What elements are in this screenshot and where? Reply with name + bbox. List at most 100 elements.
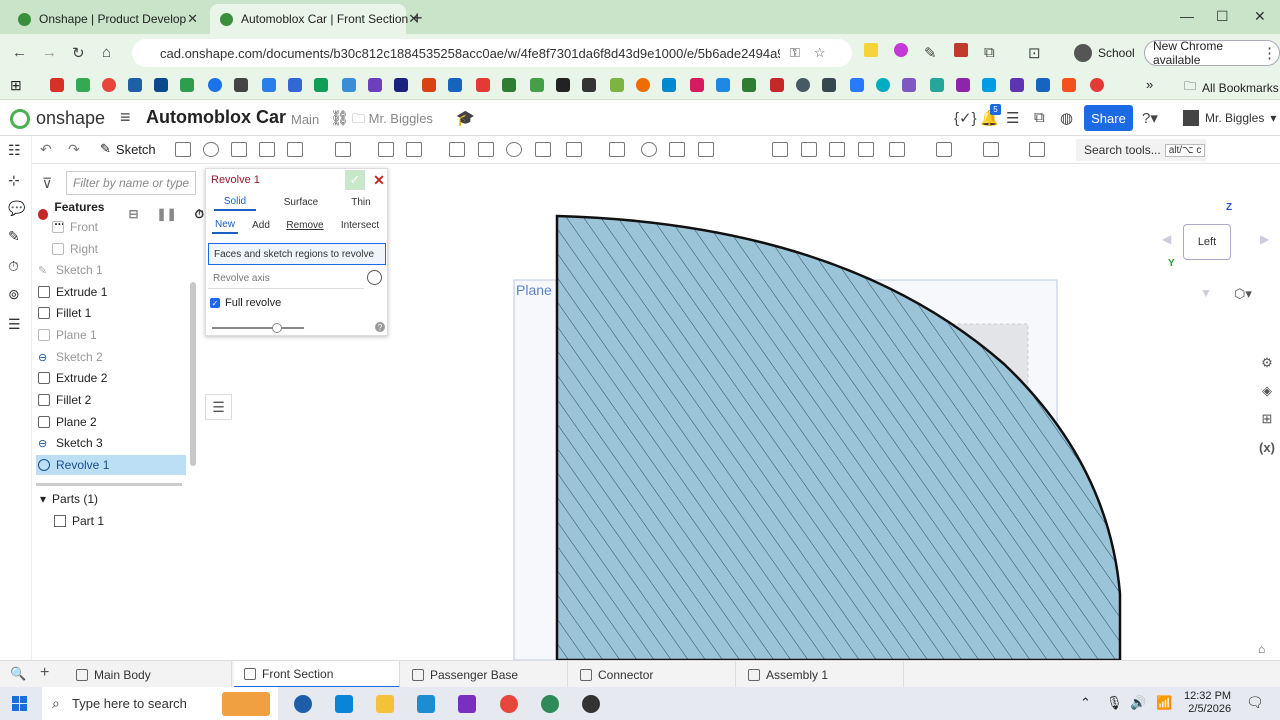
chrome-icon[interactable] [500, 695, 518, 713]
modify-fillet-icon[interactable] [801, 142, 817, 157]
bookmark-icon[interactable] [716, 78, 730, 92]
volume-icon[interactable]: 🔊 [1130, 695, 1146, 711]
new-tab-icon[interactable]: + [412, 8, 423, 29]
bookmark-icon[interactable] [636, 78, 650, 92]
tool-icon[interactable]: ⚙ [1256, 352, 1278, 374]
slider-knob[interactable] [272, 323, 282, 333]
loft-icon[interactable] [259, 142, 275, 157]
revolve-icon[interactable] [203, 142, 219, 157]
reload-icon[interactable]: ↻ [72, 44, 85, 62]
bookmark-icon[interactable] [662, 78, 676, 92]
bookmark-icon[interactable] [770, 78, 784, 92]
thread-icon[interactable] [535, 142, 551, 157]
tree-item-extrude-2[interactable]: Extrude 2 [36, 368, 186, 388]
boolean-icon[interactable] [641, 142, 657, 157]
filter-icon[interactable]: ⊽ [42, 175, 52, 192]
document-tasks-icon[interactable]: ☰ [1006, 109, 1019, 127]
chrome-update-button[interactable]: New Chrome available [1144, 39, 1280, 67]
bookmark-icon[interactable] [502, 78, 516, 92]
bookmark-icon[interactable] [102, 78, 116, 92]
tab-connector[interactable]: Connector [570, 661, 736, 688]
chrome-profile-icon[interactable] [541, 695, 559, 713]
filter-input[interactable]: Filter by name or type [66, 171, 196, 195]
help-icon[interactable]: ? [375, 322, 385, 332]
bookmark-icon[interactable] [982, 78, 996, 92]
url-field[interactable]: cad.onshape.com/documents/b30c812c188453… [132, 39, 852, 67]
bookmark-icon[interactable] [822, 78, 836, 92]
add-icon[interactable]: ⊹ [8, 172, 24, 188]
chamfer-icon[interactable] [378, 142, 394, 157]
file-explorer-icon[interactable] [376, 695, 394, 713]
tab-main-body[interactable]: Main Body [66, 661, 232, 688]
horizontal-scrollbar[interactable] [36, 483, 182, 486]
replace-face-icon[interactable] [858, 142, 874, 157]
show-hidden-icons-icon[interactable]: ⌃ [1080, 695, 1091, 711]
browser-tab-front-section[interactable]: Automoblox Car | Front Section ✕ [210, 4, 419, 34]
bookmark-icon[interactable] [368, 78, 382, 92]
bookmark-icon[interactable] [610, 78, 624, 92]
extension-icon[interactable] [954, 43, 968, 57]
type-thin-tab[interactable]: Thin [346, 193, 376, 211]
op-remove-tab[interactable]: Remove [286, 216, 324, 234]
bookmark-icon[interactable] [234, 78, 248, 92]
browser-tab-onshape[interactable]: Onshape | Product Developmen ✕ [8, 4, 208, 34]
op-intersect-tab[interactable]: Intersect [338, 216, 382, 234]
profile-button[interactable]: School [1074, 40, 1136, 66]
link-icon[interactable]: ⛓ [330, 109, 349, 127]
notifications-center-icon[interactable]: 🗨 [1246, 694, 1264, 711]
windows-start-icon[interactable] [12, 696, 27, 711]
comments-icon[interactable]: 💬 [8, 200, 25, 216]
history-icon[interactable]: ⏱ [8, 258, 24, 274]
bookmark-icon[interactable] [690, 78, 704, 92]
tab-passenger-base[interactable]: Passenger Base [402, 661, 568, 688]
bookmark-sis-icon[interactable] [128, 78, 142, 92]
bookmark-icon[interactable] [1036, 78, 1050, 92]
hamburger-menu-icon[interactable]: ≡ [120, 107, 131, 128]
cancel-x-button[interactable]: ✕ [371, 170, 387, 190]
rotate-right-icon[interactable]: ▶ [1260, 232, 1269, 246]
taskbar-clock[interactable]: 12:32 PM 2/5/2026 [1184, 690, 1231, 716]
feature-list-toggle-icon[interactable]: ☰ [205, 394, 232, 420]
bookmark-icon[interactable] [876, 78, 890, 92]
hole-icon[interactable] [506, 142, 522, 157]
rotate-down-icon[interactable]: ▼ [1200, 286, 1212, 300]
zoom-fit-icon[interactable]: ⌂ [1258, 642, 1265, 656]
user-menu[interactable]: Mr. Biggles ▾ [1183, 110, 1276, 126]
home-icon[interactable]: ⌂ [102, 44, 111, 61]
owner-folder[interactable]: 🗀 Mr. Biggles [352, 110, 433, 132]
tree-item-fillet-1[interactable]: Fillet 1 [36, 303, 186, 323]
extension-icon[interactable]: ✎ [924, 44, 937, 62]
bookmark-youtube-icon[interactable] [476, 78, 490, 92]
draft-icon[interactable] [406, 142, 422, 157]
bookmark-sheets-icon[interactable] [314, 78, 328, 92]
tree-item-plane-2[interactable]: Plane 2 [36, 412, 186, 432]
password-key-icon[interactable]: ⚿ [790, 45, 800, 61]
thin-icon[interactable] [1029, 142, 1045, 157]
tree-item-sketch-1[interactable]: ✎ Sketch 1 [36, 260, 186, 280]
revolve-axis-field[interactable]: Revolve axis [208, 269, 364, 289]
tree-item-plane-1[interactable]: Plane 1 [36, 325, 186, 345]
rotate-left-icon[interactable]: ◀ [1162, 232, 1171, 246]
type-surface-tab[interactable]: Surface [276, 193, 326, 211]
bookmark-icon[interactable] [422, 78, 436, 92]
tree-item-right[interactable]: Right [50, 239, 200, 259]
inspect-icon[interactable]: ⊚ [8, 286, 24, 302]
bookmark-icon[interactable] [530, 78, 544, 92]
bookmark-drive-icon[interactable] [76, 78, 90, 92]
sweep-icon[interactable] [231, 142, 247, 157]
apps-grid-icon[interactable]: ⊞ [10, 77, 22, 94]
split-icon[interactable] [669, 142, 685, 157]
bookmark-icon[interactable] [1010, 78, 1024, 92]
onenote-icon[interactable] [458, 695, 476, 713]
bookmark-gmail-icon[interactable] [50, 78, 64, 92]
search-tabs-icon[interactable]: 🔍 [10, 666, 26, 682]
maximize-icon[interactable]: ☐ [1216, 8, 1229, 25]
taskbar-app-icon[interactable] [335, 695, 353, 713]
bookmark-icon[interactable] [342, 78, 356, 92]
bookmark-hq-icon[interactable] [582, 78, 596, 92]
op-add-tab[interactable]: Add [250, 216, 272, 234]
taskbar-app-icon[interactable] [294, 695, 312, 713]
bookmark-icon[interactable] [262, 78, 276, 92]
taskbar-app-icon[interactable] [582, 695, 600, 713]
parts-list-header[interactable]: ▾ Parts (1) [40, 492, 98, 506]
